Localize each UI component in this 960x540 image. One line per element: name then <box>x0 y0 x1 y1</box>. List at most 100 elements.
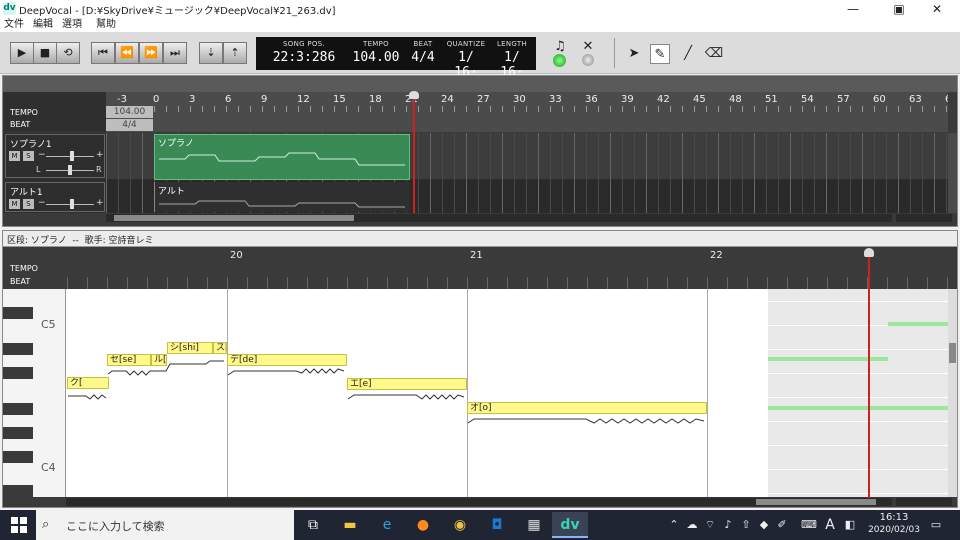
stop-button[interactable]: ■ <box>33 42 57 64</box>
black-key[interactable] <box>3 403 33 415</box>
black-key[interactable] <box>3 485 33 497</box>
gridline <box>634 133 635 213</box>
edge-browser-icon[interactable]: e <box>370 512 404 538</box>
loop-button[interactable]: ⟲ <box>56 42 80 64</box>
black-key[interactable] <box>3 307 33 319</box>
black-key[interactable] <box>3 451 33 463</box>
pitch-curves <box>68 360 705 424</box>
keyboard-icon[interactable]: ⌨ <box>800 510 818 540</box>
clock-date[interactable]: 2020/02/03 <box>866 525 922 538</box>
roll-hscroll-thumb[interactable] <box>756 499 876 505</box>
roll-playhead-handle[interactable] <box>864 248 874 257</box>
roll-zoom-slider[interactable] <box>896 498 952 506</box>
gridline <box>478 133 479 213</box>
ruler-tick <box>547 277 548 289</box>
wifi-icon[interactable]: ⌔ <box>702 510 718 540</box>
roll-playhead[interactable] <box>868 250 870 506</box>
track-hscroll-thumb[interactable] <box>114 215 354 221</box>
rewind-button[interactable]: ⏪ <box>115 42 139 64</box>
solo-button[interactable]: S <box>23 199 34 209</box>
track-header-alto[interactable]: アルト1 M S − + <box>5 182 105 212</box>
volume-icon[interactable]: ♪ <box>720 510 736 540</box>
deepvocal-taskbar-icon[interactable]: dv <box>552 512 588 538</box>
show-hidden-icons[interactable]: ⌃ <box>666 510 682 540</box>
ime-indicator[interactable]: A <box>822 510 838 540</box>
roll-ruler[interactable]: 20 21 22 <box>66 247 948 289</box>
black-key[interactable] <box>3 367 33 379</box>
piano-keyboard[interactable]: C5 C4 <box>3 289 66 497</box>
gridline <box>574 133 575 213</box>
notification-icon[interactable]: ▭ <box>926 510 946 540</box>
task-view-icon[interactable]: ⧉ <box>296 512 330 538</box>
tempo-up-button[interactable]: ⇡ <box>223 42 247 64</box>
tempo-value[interactable]: 104.00 <box>348 50 404 65</box>
eraser-icon[interactable]: ⌫ <box>704 44 724 64</box>
clock-time[interactable]: 16:13 <box>866 512 922 525</box>
volume-slider-handle[interactable] <box>70 151 74 161</box>
track-beat-value[interactable]: 4/4 <box>106 119 153 131</box>
pointer-icon[interactable]: ➤ <box>624 44 644 64</box>
upload-icon[interactable]: ⇧ <box>738 510 754 540</box>
goto-end-button[interactable]: ⏭ <box>163 42 187 64</box>
gridline <box>862 133 863 213</box>
calculator-icon[interactable]: ▦ <box>517 512 551 538</box>
menu-options[interactable]: 選項 <box>62 18 82 32</box>
track-zoom-slider[interactable] <box>896 214 952 222</box>
sing-status-icon[interactable] <box>553 54 566 67</box>
ruler-tick <box>147 277 148 289</box>
firefox-icon[interactable]: ● <box>406 512 440 538</box>
pen-icon[interactable]: ✐ <box>774 510 790 540</box>
app-tray-icon[interactable]: ◧ <box>842 510 858 540</box>
play-button[interactable]: ▶ <box>10 42 34 64</box>
measure-number: 22 <box>710 250 723 261</box>
chrome-icon[interactable]: ◉ <box>443 512 477 538</box>
outlook-icon[interactable]: ◘ <box>480 512 514 538</box>
beat-value[interactable]: 4/4 <box>406 50 440 65</box>
song-pos-value[interactable]: 22:3:286 <box>264 50 344 65</box>
ruler-tick <box>827 277 828 289</box>
line-icon[interactable]: ╱ <box>678 44 698 64</box>
track-playhead[interactable] <box>413 92 415 213</box>
black-key[interactable] <box>3 343 33 355</box>
track-header-soprano[interactable]: ソプラノ1 M S − + L R <box>5 134 105 178</box>
goto-start-button[interactable]: ⏮ <box>91 42 115 64</box>
file-explorer-icon[interactable]: ▬ <box>333 512 367 538</box>
windows-start-icon[interactable] <box>10 516 28 534</box>
mute-button[interactable]: M <box>9 199 20 209</box>
ruler-tick <box>406 106 407 112</box>
ruler-tick <box>550 106 551 112</box>
ruler-tick <box>226 106 227 112</box>
pencil-icon[interactable]: ✎ <box>650 44 670 64</box>
track-vscrollbar[interactable] <box>948 133 957 213</box>
part-alto[interactable]: アルト <box>154 182 410 212</box>
track-ruler[interactable]: -3 0 3 6 9 12 15 18 21 24 27 30 33 36 39 42 45 48 51 54 57 60… <box>106 92 948 132</box>
minimize-button[interactable]: — <box>830 0 876 18</box>
gridline <box>142 133 143 213</box>
menu-help[interactable]: 幫助 <box>96 18 116 32</box>
part-soprano[interactable]: ソプラノ <box>154 134 410 180</box>
gridline <box>802 133 803 213</box>
gridline <box>706 133 707 213</box>
track-tempo-value[interactable]: 104.00 <box>106 106 153 118</box>
close-button[interactable]: ✕ <box>914 0 960 18</box>
track-playhead-handle[interactable] <box>409 91 419 99</box>
menu-edit[interactable]: 編輯 <box>33 18 53 32</box>
pan-slider-handle[interactable] <box>68 165 72 175</box>
ruler-number: 54 <box>801 94 814 105</box>
black-key[interactable] <box>3 427 33 439</box>
dropbox-icon[interactable]: ◆ <box>756 510 772 540</box>
fast-forward-button[interactable]: ⏩ <box>139 42 163 64</box>
record-status-icon[interactable] <box>582 54 594 66</box>
notes-layer: ク[ セ[se] ル[ シ[shi] ス[ デ[de] エ[e] オ[o] <box>66 289 948 497</box>
ruler-number: 6( <box>945 94 948 105</box>
onedrive-icon[interactable]: ☁ <box>684 510 700 540</box>
ghost-note <box>768 406 948 410</box>
roll-vscroll-thumb[interactable] <box>949 343 956 363</box>
mute-button[interactable]: M <box>9 151 20 161</box>
taskbar-search-box[interactable]: ⌕ ここに入力して検索 <box>36 510 294 540</box>
solo-button[interactable]: S <box>23 151 34 161</box>
menu-file[interactable]: 文件 <box>4 18 24 32</box>
volume-slider-handle[interactable] <box>70 199 74 209</box>
roll-vscrollbar[interactable] <box>948 289 957 497</box>
tempo-down-button[interactable]: ⇣ <box>199 42 223 64</box>
